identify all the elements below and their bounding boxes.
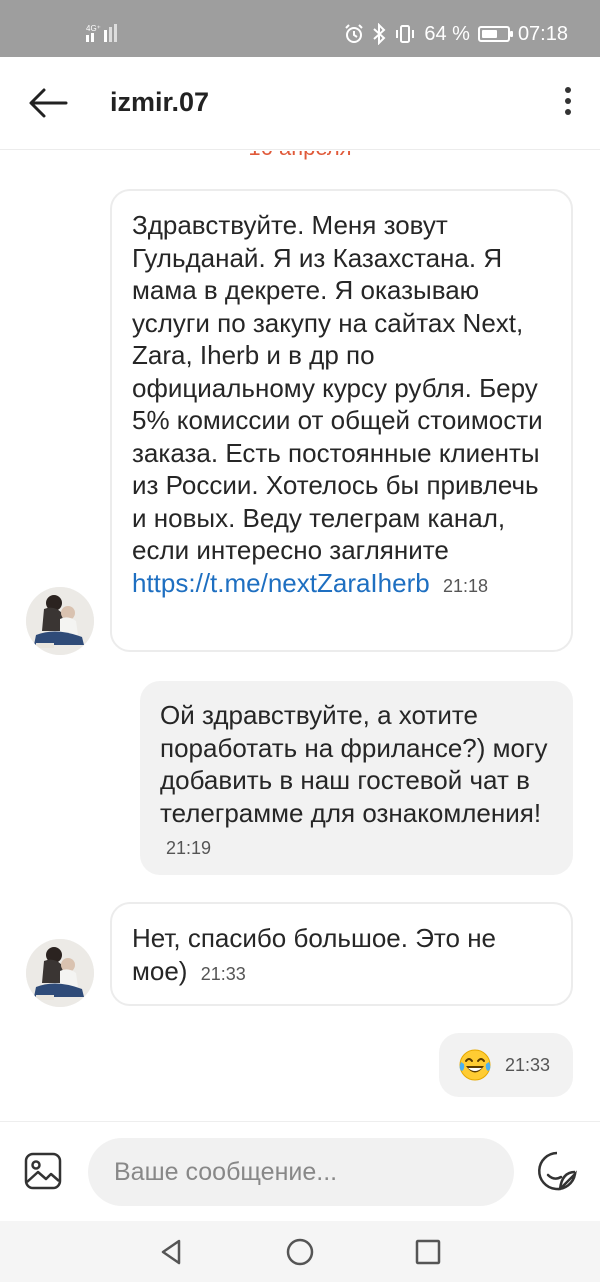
message-input[interactable]	[88, 1138, 514, 1206]
battery-percent: 64 %	[424, 22, 470, 45]
message-time: 21:33	[200, 963, 246, 984]
message-bubble-outgoing[interactable]: 21:33	[439, 1033, 573, 1097]
battery-fill	[481, 30, 497, 38]
message-composer	[0, 1121, 600, 1221]
message-time: 21:33	[505, 1054, 551, 1075]
date-separator: 16 апреля	[0, 151, 600, 161]
message-text: Ой здравствуйте, а хотите поработать на …	[160, 700, 548, 828]
bluetooth-icon	[373, 23, 386, 45]
message-time: 21:18	[442, 575, 488, 596]
chat-title[interactable]: izmir.07	[110, 87, 209, 118]
message-text: Нет, спасибо большое. Это не мое)	[132, 923, 497, 986]
message-list[interactable]: 16 апреля Здравствуйте. Меня зовут Гульд…	[0, 151, 600, 1121]
sticker-icon[interactable]	[536, 1150, 578, 1192]
signal-icon: 4G⁺	[86, 24, 117, 42]
message-text: Здравствуйте. Меня зовут Гульданай. Я из…	[132, 210, 543, 565]
vibrate-icon	[396, 25, 415, 43]
nav-back-icon[interactable]	[157, 1237, 187, 1267]
alarm-icon	[345, 24, 364, 43]
laughing-tears-emoji-icon	[459, 1049, 491, 1081]
avatar-photo-icon	[26, 587, 94, 655]
avatar-photo-icon	[26, 939, 94, 1007]
avatar[interactable]	[26, 587, 94, 655]
more-vertical-icon[interactable]	[564, 87, 572, 119]
message-bubble-incoming[interactable]: Здравствуйте. Меня зовут Гульданай. Я из…	[110, 189, 573, 652]
status-right: 64 % 07:18	[344, 20, 568, 48]
network-label: 4G⁺	[86, 24, 101, 33]
message-time: 21:19	[166, 838, 212, 858]
message-bubble-outgoing[interactable]: Ой здравствуйте, а хотите поработать на …	[140, 681, 573, 875]
gallery-icon[interactable]	[24, 1152, 62, 1190]
chat-header: izmir.07	[0, 57, 600, 150]
status-time: 07:18	[517, 22, 568, 45]
battery-icon	[477, 26, 513, 42]
nav-recents-icon[interactable]	[413, 1237, 443, 1267]
avatar[interactable]	[26, 939, 94, 1007]
message-bubble-incoming[interactable]: Нет, спасибо большое. Это не мое) 21:33	[110, 902, 573, 1006]
back-arrow-icon[interactable]	[26, 85, 70, 121]
message-link[interactable]: https://t.me/nextZaraIherb	[132, 568, 430, 598]
system-nav-bar	[0, 1221, 600, 1282]
nav-home-icon[interactable]	[285, 1237, 315, 1267]
status-bar: 4G⁺ 64 % 07:18	[0, 0, 600, 57]
